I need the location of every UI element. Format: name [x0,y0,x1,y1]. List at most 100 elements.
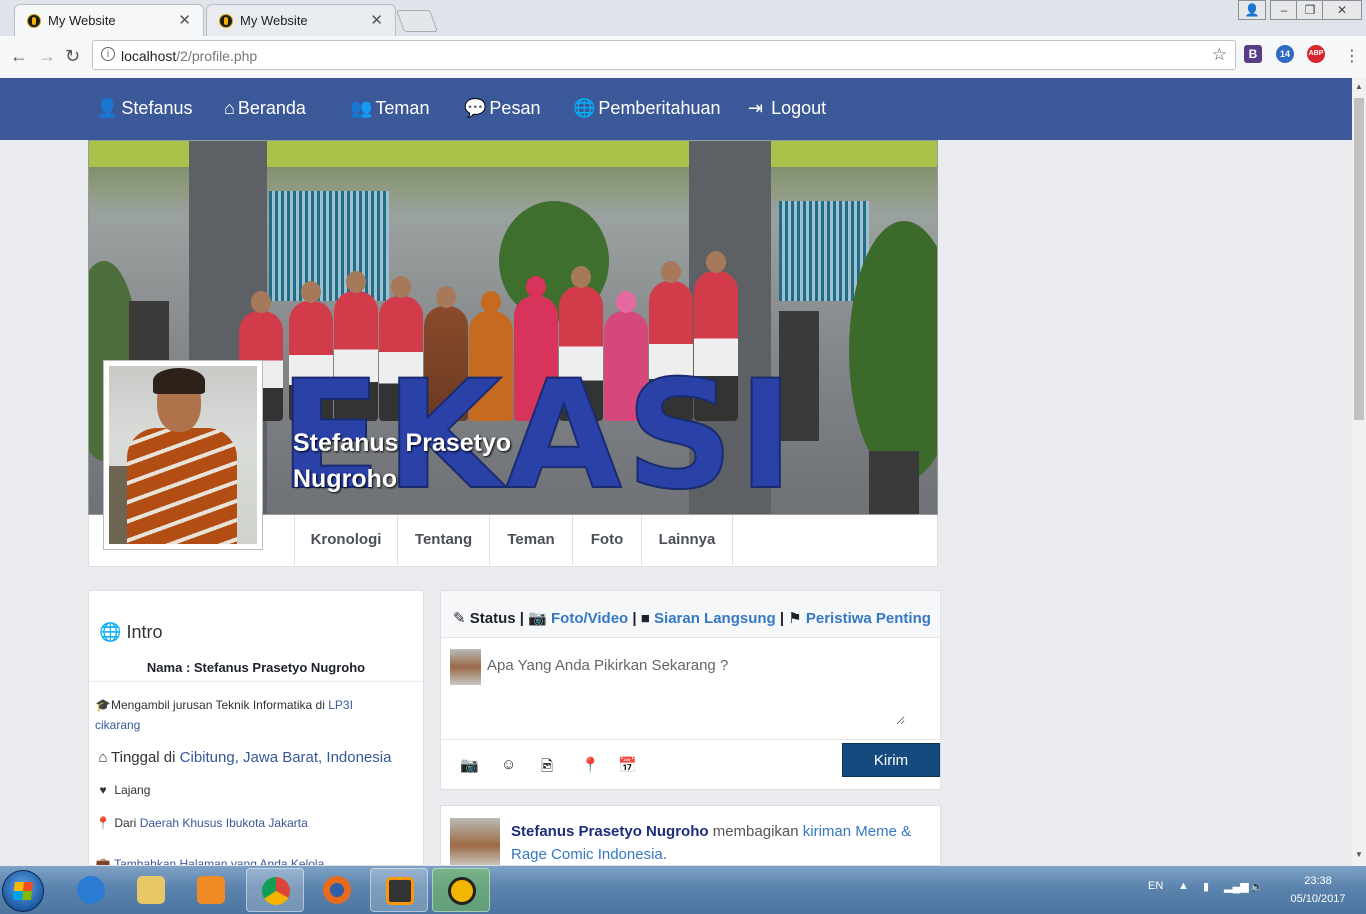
browser-tab-bar: My Website ✕ My Website ✕ 👤 – ❐ ✕ [0,0,1366,36]
site-favicon-icon [219,14,233,28]
taskbar-explorer[interactable] [122,868,180,912]
cover-person-head [661,261,681,283]
forward-arrow-icon[interactable]: → [38,46,56,67]
cover-person-head [571,266,591,288]
url-host: localhost [121,48,177,64]
lives-link[interactable]: Cibitung, Jawa Barat, Indonesia [180,749,392,766]
restore-window-icon[interactable]: ❐ [1296,0,1324,20]
briefcase-icon: 💼 [95,857,111,866]
close-tab-icon[interactable]: ✕ [178,11,191,29]
location-pin-icon: 📍 [95,816,111,830]
camera-icon[interactable]: 📷 [460,756,479,774]
lives-text: Tinggal di [111,749,180,766]
adblock-plus-icon[interactable]: ABP [1307,45,1325,63]
composer-status-tab[interactable]: Status [470,610,516,627]
profile-user-icon[interactable]: 👤 [1238,0,1266,20]
minimize-window-icon[interactable]: – [1270,0,1298,20]
location-pin-icon[interactable]: 📍 [581,756,600,774]
network-signal-icon[interactable]: ▂▄▆ [1224,880,1249,893]
composer-header: ✎ Status | 📷 Foto/Video | ■ Siaran Langs… [441,591,940,638]
graduation-cap-icon: 🎓 [95,698,111,712]
nav-notifications-link[interactable]: 🌐 Pemberitahuan [573,98,721,119]
nav-logout-link[interactable]: ⇥ Logout [748,98,826,119]
cover-person-head [616,291,636,313]
url-text: localhost/2/profile.php [121,48,257,64]
browser-menu-icon[interactable]: ⋮ [1344,46,1360,66]
gear-extension-icon[interactable]: 14 [1276,45,1294,63]
taskbar-chrome[interactable] [246,868,304,912]
nav-messages-link[interactable]: 💬 Pesan [464,98,540,119]
volume-icon[interactable]: 🔈 [1250,880,1264,893]
photo-video-link[interactable]: Foto/Video [551,610,628,627]
taskbar-firefox[interactable] [308,868,366,912]
heart-icon: ♥ [99,783,107,797]
add-pages-link[interactable]: Tambahkan Halaman yang Anda Kelola [114,857,324,865]
intro-education: 🎓Mengambil jurusan Teknik Informatika di… [95,695,385,735]
new-tab-button[interactable] [395,10,439,32]
tab-foto[interactable]: Foto [572,515,641,565]
life-event-link[interactable]: Peristiwa Penting [806,610,931,627]
nav-label: Logout [771,98,827,118]
browser-tab-inactive[interactable]: My Website ✕ [206,4,396,36]
relationship-text: Lajang [114,783,151,797]
nav-friends-link[interactable]: 👥 Teman [350,98,429,119]
profile-name-line: Nugroho [293,465,398,493]
page-scrollbar[interactable]: ▲ ▼ [1352,78,1366,866]
site-favicon-icon [27,14,41,28]
status-textarea[interactable] [481,649,905,725]
close-window-icon[interactable]: ✕ [1322,0,1362,20]
taskbar-sublime[interactable] [370,868,428,912]
back-arrow-icon[interactable]: ← [10,46,28,67]
calendar-icon[interactable]: 📅 [618,756,637,774]
image-file-icon[interactable]: 🖻 [541,756,553,781]
live-broadcast-link[interactable]: Siaran Langsung [654,610,776,627]
reload-icon[interactable]: ↻ [65,46,80,67]
profile-avatar-frame[interactable] [103,360,263,550]
feed-post: Stefanus Prasetyo Nugroho membagikan kir… [440,805,941,866]
scrollbar-thumb[interactable] [1354,98,1364,420]
tab-teman[interactable]: Teman [489,515,572,565]
battery-icon[interactable]: ▮ [1203,880,1209,893]
bookmark-star-icon[interactable]: ☆ [1212,45,1227,65]
show-hidden-icons-icon[interactable]: ▲ [1178,880,1189,892]
submit-status-button[interactable]: Kirim [842,743,940,777]
globe-icon: 🌐 [573,98,596,118]
post-author-avatar[interactable] [450,818,500,865]
url-input[interactable]: i localhost/2/profile.php ☆ [92,40,1236,70]
taskbar-media-player[interactable] [182,868,240,912]
scroll-down-arrow-icon[interactable]: ▼ [1355,850,1363,859]
composer-options: ✎ Status | 📷 Foto/Video | ■ Siaran Langs… [453,610,931,627]
pencil-icon: ✎ [453,610,466,627]
scroll-up-arrow-icon[interactable]: ▲ [1355,82,1363,91]
profile-name-line: Stefanus Prasetyo [293,429,512,457]
taskbar-xampp[interactable] [432,868,490,912]
home-icon: ⌂ [98,749,108,766]
cover-lantern [869,451,919,514]
chrome-icon [262,877,290,905]
smiley-icon[interactable]: ☺ [501,756,516,773]
nav-label: Pemberitahuan [598,98,721,118]
site-navbar: 👤 Stefanus ⌂ Beranda 👥 Teman 💬 Pesan 🌐 Pember… [0,78,1352,140]
tab-lainnya[interactable]: Lainnya [641,515,733,565]
start-button[interactable] [2,870,44,912]
intro-add-pages: 💼 Tambahkan Halaman yang Anda Kelola [95,857,325,866]
tab-kronologi[interactable]: Kronologi [294,515,397,565]
browser-tab-active[interactable]: My Website ✕ [14,4,204,36]
language-indicator[interactable]: EN [1148,880,1163,892]
from-link[interactable]: Daerah Khusus Ibukota Jakarta [140,816,308,830]
internet-explorer-icon [77,876,105,904]
nav-home-link[interactable]: ⌂ Beranda [224,98,306,119]
home-icon: ⌂ [224,98,235,118]
site-info-icon[interactable]: i [101,47,115,61]
close-tab-icon[interactable]: ✕ [370,11,383,29]
nav-profile-link[interactable]: 👤 Stefanus [96,98,192,119]
bootstrap-extension-icon[interactable]: B [1244,45,1262,63]
cover-person-head [346,271,366,293]
taskbar-ie[interactable] [62,868,120,912]
tab-tentang[interactable]: Tentang [397,515,489,565]
system-clock[interactable]: 23:38 05/10/2017 [1280,872,1356,908]
post-author-link[interactable]: Stefanus Prasetyo Nugroho [511,823,709,840]
clock-date: 05/10/2017 [1290,893,1346,905]
flag-icon: ⚑ [788,610,802,627]
intro-card: 🌐 Intro Nama : Stefanus Prasetyo Nugroho… [88,590,424,866]
